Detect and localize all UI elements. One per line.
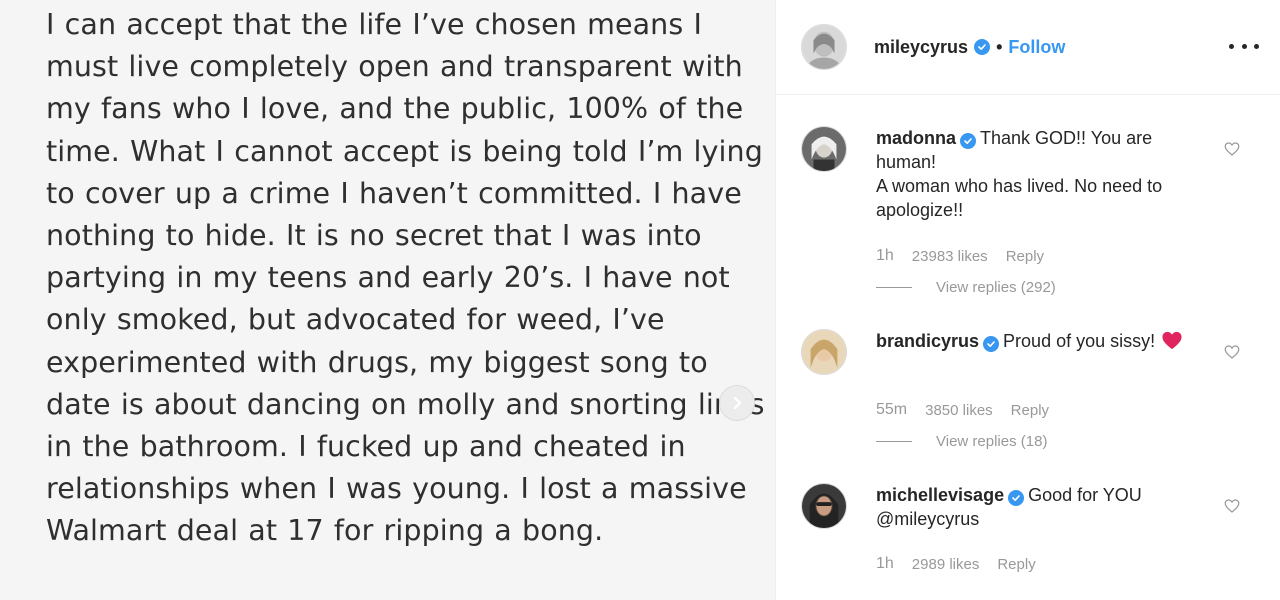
red-heart-emoji-icon — [1162, 331, 1182, 350]
comment-item: madonna Thank GOD!! You are human! A woma… — [776, 126, 1280, 306]
view-replies-label: View replies (292) — [936, 279, 1056, 296]
like-comment-icon[interactable] — [1223, 497, 1241, 515]
chevron-right-icon — [733, 396, 742, 410]
post-panel: mileycyrus • Follow madonna Thank GOD!! Y… — [775, 0, 1280, 600]
verified-badge-icon — [983, 336, 1000, 352]
view-replies-label: View replies (18) — [936, 433, 1048, 450]
header-user: mileycyrus • Follow — [874, 36, 1065, 58]
comment-text: Proud of you sissy! — [1003, 331, 1156, 351]
comment-username[interactable]: brandicyrus — [876, 331, 979, 351]
post-image: I can accept that the life I’ve chosen m… — [0, 0, 775, 600]
avatar[interactable] — [801, 329, 847, 375]
view-replies-button[interactable]: View replies (292) — [876, 279, 1056, 296]
replies-divider — [876, 287, 912, 288]
comment-likes[interactable]: 2989 likes — [912, 556, 980, 573]
reply-button[interactable]: Reply — [997, 556, 1035, 573]
comment-username[interactable]: madonna — [876, 128, 956, 148]
post-text: I can accept that the life I’ve chosen m… — [46, 8, 765, 548]
comment-item: michellevisage Good for YOU @mileycyrus 1… — [776, 483, 1280, 600]
comment-time: 55m — [876, 401, 908, 418]
post-author-username[interactable]: mileycyrus — [874, 37, 968, 58]
like-comment-icon[interactable] — [1223, 343, 1241, 361]
separator-dot: • — [996, 36, 1003, 57]
avatar[interactable] — [801, 483, 847, 529]
like-comment-icon[interactable] — [1223, 140, 1241, 158]
verified-badge-icon — [960, 133, 977, 149]
comment-time: 1h — [876, 247, 894, 264]
comment-username[interactable]: michellevisage — [876, 485, 1004, 505]
verified-badge-icon — [974, 39, 991, 55]
comment-likes[interactable]: 23983 likes — [912, 248, 988, 265]
post-header: mileycyrus • Follow — [776, 0, 1280, 95]
avatar[interactable] — [801, 126, 847, 172]
comment-meta: 1h 23983 likes Reply — [876, 247, 1044, 265]
replies-divider — [876, 441, 912, 442]
verified-badge-icon — [1008, 490, 1025, 506]
comment-body: michellevisage Good for YOU @mileycyrus — [876, 483, 1206, 531]
reply-button[interactable]: Reply — [1006, 248, 1044, 265]
reply-button[interactable]: Reply — [1011, 402, 1049, 419]
comment-meta: 1h 2989 likes Reply — [876, 555, 1036, 573]
comment-body: madonna Thank GOD!! You are human! A woma… — [876, 126, 1206, 222]
comment-meta: 55m 3850 likes Reply — [876, 401, 1049, 419]
next-image-button[interactable] — [719, 385, 755, 421]
more-options-icon[interactable] — [1229, 34, 1259, 58]
avatar[interactable] — [801, 24, 847, 70]
view-replies-button[interactable]: View replies (18) — [876, 433, 1047, 450]
follow-button[interactable]: Follow — [1008, 37, 1065, 58]
comment-item: brandicyrus Proud of you sissy! 55m 3850 … — [776, 329, 1280, 459]
comment-likes[interactable]: 3850 likes — [925, 402, 993, 419]
comment-time: 1h — [876, 555, 894, 572]
comment-body: brandicyrus Proud of you sissy! — [876, 329, 1206, 353]
